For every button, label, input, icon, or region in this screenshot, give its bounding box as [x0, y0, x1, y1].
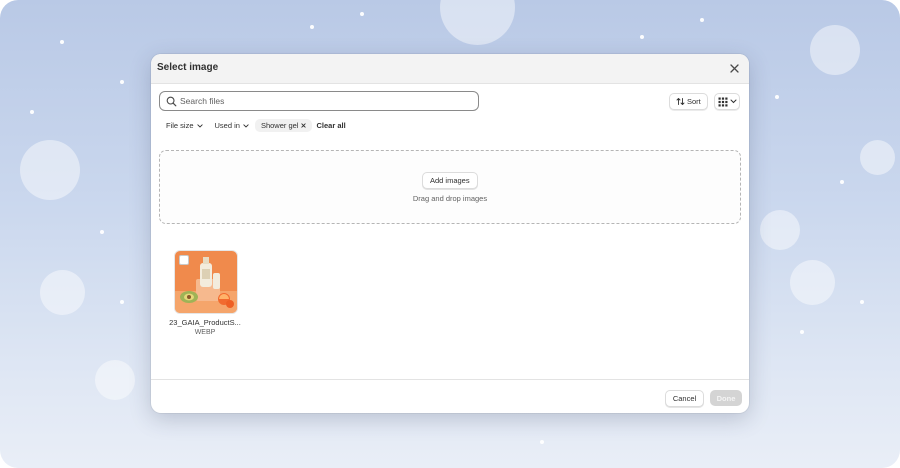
modal-header: Select image: [151, 54, 749, 84]
chevron-down-icon: [730, 99, 736, 104]
snowflake: [540, 440, 544, 444]
select-image-modal: Select image Sort: [151, 54, 749, 413]
search-input[interactable]: [180, 96, 460, 106]
modal-title: Select image: [157, 62, 219, 73]
snowflake: [860, 300, 864, 304]
bokeh-light: [760, 210, 800, 250]
footer-divider: [151, 379, 749, 380]
sort-arrows-icon: [676, 98, 685, 105]
filter-label: Used in: [214, 121, 240, 130]
filter-file-size[interactable]: File size: [160, 119, 209, 132]
bokeh-light: [860, 140, 895, 175]
filter-label: File size: [166, 121, 194, 130]
snowflake: [100, 230, 104, 234]
snowflake: [775, 95, 779, 99]
file-name: 23_GAIA_ProductS...: [169, 318, 241, 327]
bokeh-light: [95, 360, 135, 400]
snowflake: [30, 110, 34, 114]
filter-bar: File size Used in Shower gel Clear all: [160, 119, 350, 132]
snowflake: [800, 330, 804, 334]
file-thumbnail[interactable]: [174, 250, 238, 314]
file-type: WEBP: [194, 329, 216, 336]
snowflake: [60, 40, 64, 44]
close-button[interactable]: [727, 61, 741, 75]
sort-button[interactable]: Sort: [669, 93, 708, 110]
search-field[interactable]: [159, 91, 479, 111]
snowflake: [310, 25, 314, 29]
bokeh-light: [440, 0, 515, 45]
add-images-button[interactable]: Add images: [422, 172, 478, 189]
grid-view-icon: [718, 97, 727, 106]
snowflake: [700, 18, 704, 22]
filter-label: Shower gel: [260, 121, 299, 130]
filter-shower-gel-tag[interactable]: Shower gel: [254, 119, 313, 132]
file-select-checkbox[interactable]: [179, 255, 189, 265]
remove-x-icon[interactable]: [301, 123, 307, 128]
bokeh-light: [40, 270, 85, 315]
view-toggle-button[interactable]: [714, 93, 740, 110]
bokeh-light: [20, 140, 80, 200]
bokeh-light: [810, 25, 860, 75]
chevron-down-icon: [243, 123, 249, 128]
snowflake: [120, 80, 124, 84]
close-icon: [729, 63, 739, 73]
snowflake: [640, 35, 644, 39]
chevron-down-icon: [196, 123, 203, 128]
snowflake: [360, 12, 364, 16]
snowflake: [120, 300, 124, 304]
bokeh-light: [790, 260, 835, 305]
sort-label: Sort: [687, 97, 701, 106]
cancel-button[interactable]: Cancel: [665, 390, 704, 407]
snowflake: [840, 180, 844, 184]
filter-used-in[interactable]: Used in: [209, 119, 255, 132]
search-icon: [166, 96, 177, 107]
drop-hint: Drag and drop images: [412, 194, 488, 203]
clear-all-button[interactable]: Clear all: [312, 119, 349, 132]
upload-dropzone[interactable]: Add images Drag and drop images: [159, 150, 741, 224]
done-button[interactable]: Done: [710, 390, 742, 406]
